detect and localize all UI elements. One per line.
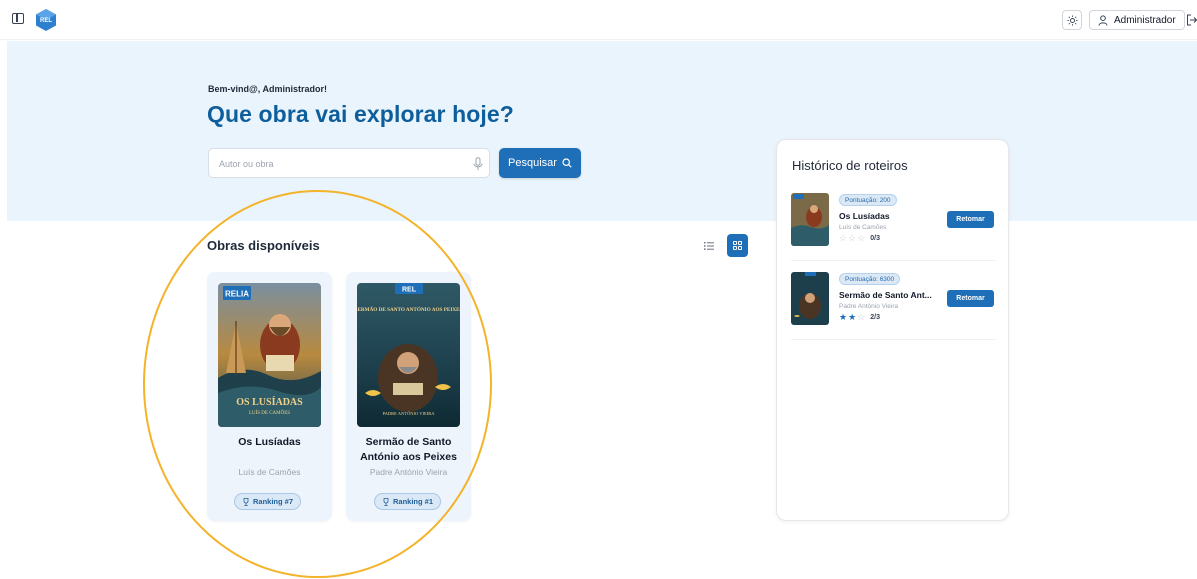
sun-icon — [1066, 14, 1078, 26]
score-badge: Pontuação: 200 — [839, 194, 897, 206]
star-empty-icon: ☆ — [848, 233, 857, 243]
star-empty-icon: ☆ — [857, 233, 866, 243]
theme-toggle-button[interactable] — [1062, 10, 1082, 30]
resume-button[interactable]: Retomar — [947, 290, 994, 307]
book-title: Sermão de Santo António aos Peixes — [360, 436, 457, 463]
history-item: Pontuação: 200 Os Lusíadas Luís de Camõe… — [791, 193, 995, 261]
trophy-icon — [243, 497, 249, 506]
user-menu-button[interactable]: Administrador — [1089, 10, 1185, 30]
svg-text:REL: REL — [402, 287, 417, 294]
book-cover-image: REL SERMÃO DE SANTO ANTÓNIO AOS PEIXES P… — [357, 283, 460, 427]
history-thumbnail — [791, 272, 829, 325]
history-item-author: Padre António Vieira — [839, 303, 899, 310]
resume-button[interactable]: Retomar — [947, 211, 994, 228]
logout-icon[interactable] — [1186, 14, 1197, 26]
ranking-badge: Ranking #7 — [234, 493, 302, 510]
welcome-text: Bem-vind@, Administrador! — [208, 84, 327, 94]
list-icon — [704, 242, 714, 250]
ranking-badge: Ranking #1 — [374, 493, 442, 510]
search-button[interactable]: Pesquisar — [499, 148, 581, 178]
svg-text:RELIA: RELIA — [225, 290, 249, 299]
star-rating: ★ ★ ☆ 2/3 — [839, 312, 880, 323]
catalog-title: Obras disponíveis — [207, 238, 320, 253]
book-author: Padre António Vieira — [369, 467, 448, 477]
svg-text:PADRE ANTÓNIO VIEIRA: PADRE ANTÓNIO VIEIRA — [382, 411, 435, 416]
ranking-label: Ranking #1 — [393, 497, 434, 506]
trophy-icon — [383, 497, 389, 506]
history-item-title: Sermão de Santo Ant... — [839, 290, 932, 300]
search-input[interactable] — [219, 155, 459, 173]
search-button-label: Pesquisar — [508, 157, 557, 169]
search-box — [208, 148, 490, 178]
search-icon — [562, 158, 572, 168]
history-thumbnail — [791, 193, 829, 246]
grid-icon — [733, 241, 742, 250]
book-title: Os Lusíadas — [238, 436, 301, 448]
user-name: Administrador — [1114, 14, 1176, 26]
svg-text:LUÍS DE CAMÕES: LUÍS DE CAMÕES — [249, 410, 290, 416]
history-item-author: Luís de Camões — [839, 224, 887, 231]
star-rating: ☆ ☆ ☆ 0/3 — [839, 233, 880, 244]
microphone-icon[interactable] — [473, 157, 483, 171]
history-item-title: Os Lusíadas — [839, 211, 890, 221]
progress-count: 0/3 — [870, 235, 880, 242]
history-title: Histórico de roteiros — [792, 158, 908, 173]
history-panel: Histórico de roteiros Pontuação: 200 Os … — [776, 139, 1009, 521]
book-cover-image: RELIA OS LUSÍADAS LUÍS DE CAMÕES — [218, 283, 321, 427]
score-badge: Pontuação: 6300 — [839, 273, 901, 285]
svg-text:SERMÃO DE SANTO ANTÓNIO AOS PE: SERMÃO DE SANTO ANTÓNIO AOS PEIXES — [357, 305, 460, 313]
grid-view-button[interactable] — [727, 234, 748, 257]
svg-text:REL: REL — [40, 18, 52, 24]
progress-count: 2/3 — [870, 314, 880, 321]
list-view-button[interactable] — [699, 236, 719, 256]
history-item: Pontuação: 6300 Sermão de Santo Ant... P… — [791, 272, 995, 340]
star-filled-icon: ★ — [848, 312, 857, 322]
book-author: Luís de Camões — [238, 467, 301, 477]
star-empty-icon: ☆ — [839, 233, 848, 243]
svg-text:OS LUSÍADAS: OS LUSÍADAS — [236, 396, 303, 408]
user-icon — [1098, 14, 1108, 26]
book-card-os-lusiadas[interactable]: RELIA OS LUSÍADAS LUÍS DE CAMÕES Os Lusí… — [207, 272, 332, 521]
star-filled-icon: ★ — [839, 312, 848, 322]
top-bar: REL Administrador — [0, 0, 1197, 40]
app-logo[interactable]: REL — [35, 8, 57, 32]
hero-banner — [7, 41, 1197, 221]
page-title: Que obra vai explorar hoje? — [207, 101, 514, 127]
sidebar-toggle-icon[interactable] — [12, 13, 24, 24]
book-card-sermao[interactable]: REL SERMÃO DE SANTO ANTÓNIO AOS PEIXES P… — [346, 272, 471, 521]
star-empty-icon: ☆ — [857, 312, 866, 322]
ranking-label: Ranking #7 — [253, 497, 294, 506]
